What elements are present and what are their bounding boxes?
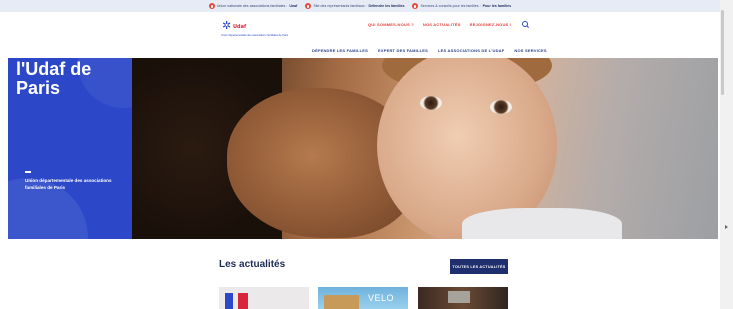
top-info-bar: Union nationale des associations familia…: [0, 0, 720, 12]
scrollbar-thumb[interactable]: [721, 10, 724, 95]
main-nav: DÉFENDRE LES FAMILLES EXPERT DES FAMILLE…: [312, 48, 547, 53]
logo-name: Udaf: [233, 24, 247, 30]
hero-title-line3: Paris: [16, 78, 61, 98]
news-card[interactable]: VELO: [318, 287, 408, 309]
nav-associations-udaf[interactable]: LES ASSOCIATIONS DE L'UDAF: [438, 48, 504, 53]
topbar-link-unaf-strong: Unaf: [289, 4, 298, 8]
news-card-image: [448, 291, 470, 303]
news-card-image: [324, 295, 359, 309]
scroll-arrow-icon[interactable]: [725, 225, 728, 229]
all-news-button[interactable]: TOUTES LES ACTUALITÉS: [450, 259, 508, 274]
hero-title: Bienvenue à l'Udaf de Paris: [16, 46, 121, 98]
news-card-image: [225, 293, 233, 309]
udaf-logo[interactable]: ✲ Udaf Union départementale des associat…: [220, 20, 288, 42]
nav-defendre-les-familles[interactable]: DÉFENDRE LES FAMILLES: [312, 48, 368, 53]
logo-subtitle: Union départementale des associations fa…: [221, 34, 289, 37]
unaf-pin-icon: [208, 3, 215, 9]
topbar-link-defendre-strong: Défendre les familles: [368, 4, 405, 8]
familles-pin-icon: [412, 3, 419, 9]
topbar-link-familles[interactable]: Services & conseils pour les familles : …: [412, 3, 511, 9]
news-card[interactable]: [219, 287, 309, 309]
topbar-link-defendre[interactable]: Site des représentants familiaux : Défen…: [305, 3, 404, 9]
topbar-link-unaf[interactable]: Union nationale des associations familia…: [208, 3, 298, 9]
news-card[interactable]: [418, 287, 508, 309]
nav-nos-actualites[interactable]: NOS ACTUALITÉS: [423, 22, 461, 27]
hero-title-line2: l'Udaf de: [16, 59, 92, 79]
hero-title-line1: Bienvenue à: [16, 46, 87, 60]
nav-qui-sommes-nous[interactable]: QUI SOMMES-NOUS ?: [368, 22, 414, 27]
topbar-link-defendre-text: Site des représentants familiaux :: [313, 4, 367, 8]
logo-star-icon: ✲: [222, 20, 232, 32]
news-card-velo-text: VELO: [368, 293, 395, 303]
hero-photo-eye-right: [490, 100, 512, 114]
nav-rejoignez-nous[interactable]: REJOIGNEZ-NOUS !: [470, 22, 512, 27]
hero-photo-eye-left: [420, 96, 442, 110]
nav-expert-des-familles[interactable]: EXPERT DES FAMILLES: [378, 48, 428, 53]
topbar-link-familles-text: Services & conseils pour les familles :: [420, 4, 481, 8]
topbar-link-unaf-text: Union nationale des associations familia…: [216, 4, 288, 8]
hero-photo-shirt: [462, 208, 622, 239]
page-scrollbar[interactable]: [720, 0, 733, 309]
search-icon[interactable]: [520, 19, 530, 29]
hero-divider: [25, 171, 31, 173]
nav-nos-services[interactable]: NOS SERVICES: [514, 48, 546, 53]
topbar-link-familles-strong: Pour les familles: [482, 4, 512, 8]
secondary-nav: QUI SOMMES-NOUS ? NOS ACTUALITÉS REJOIGN…: [368, 19, 530, 29]
hero-subtitle: Union départementale des associations fa…: [25, 178, 112, 190]
hero-photo-mother-child: [132, 58, 718, 239]
news-card-image: [238, 293, 248, 309]
defendre-pin-icon: [305, 3, 312, 9]
news-section-title: Les actualités: [219, 259, 286, 270]
